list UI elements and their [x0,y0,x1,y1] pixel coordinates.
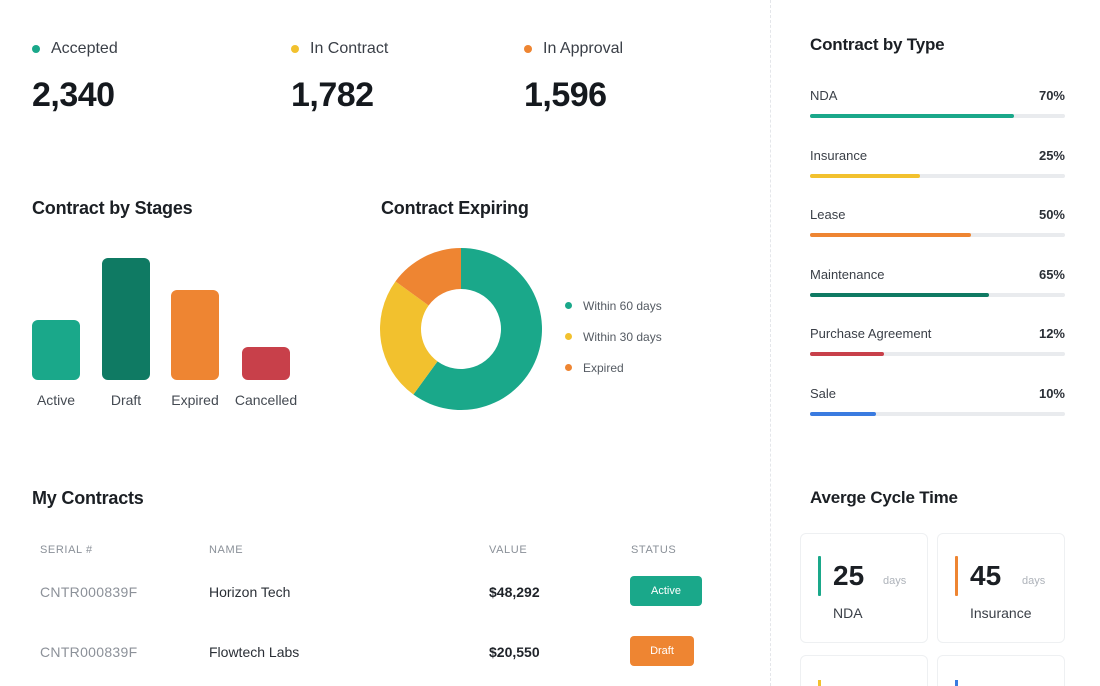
serial-cell: CNTR000839F [40,644,138,660]
in-approval-dot-icon [524,45,532,53]
accepted-dot-icon [32,45,40,53]
bar-label: Expired [171,392,219,408]
expiring-donut-chart [380,248,542,410]
side-panel: Contract by Type NDA 70% Insurance 25% Lease… [790,0,1090,686]
type-row[interactable]: Lease 50% [810,207,1065,257]
cycle-label: NDA [833,605,863,621]
type-percent: 50% [1038,207,1065,222]
type-progress-fill [810,114,1014,118]
legend-dot-icon [565,302,572,309]
type-row[interactable]: Sale 10% [810,386,1065,436]
type-label: Insurance [810,147,868,163]
contracts-title: My Contracts [32,488,144,508]
type-label: NDA [810,88,838,103]
column-header-serial[interactable]: SERIAL # [40,544,93,556]
card-accent [955,680,958,686]
stat-in-contract: In Contract 1,782 [291,40,388,115]
stat-label: In Contract [310,40,389,57]
type-row[interactable]: Purchase Agreement 12% [810,326,1065,376]
name-cell: Flowtech Labs [209,644,300,660]
status-badge: Draft [630,636,694,666]
type-label: Sale [810,385,837,401]
legend-dot-icon [565,333,572,340]
serial-cell: CNTR000839F [40,584,138,600]
column-header-value[interactable]: VALUE [489,544,527,556]
type-label: Purchase Agreement [810,326,932,341]
type-percent: 12% [1038,326,1065,341]
legend-label: Within 60 days [583,298,662,313]
cycle-title: Averge Cycle Time [810,488,958,507]
type-progress-track [810,411,1065,416]
stat-value: 2,340 [32,76,115,114]
stat-label: Accepted [51,40,118,57]
column-header-status[interactable]: STATUS [631,544,676,556]
bar-expired[interactable] [171,290,219,380]
legend-label: Expired [583,360,624,375]
card-accent [955,556,958,596]
legend-item[interactable]: Within 30 days [565,321,662,352]
type-label: Maintenance [810,266,885,282]
expiring-legend: Within 60 days Within 30 days Expired [565,290,662,383]
bar-active[interactable] [32,320,80,380]
value-cell: $48,292 [489,584,540,600]
type-progress-fill [810,352,884,356]
stat-accepted: Accepted 2,340 [32,40,118,115]
panel-divider [770,0,771,686]
value-cell: $20,550 [489,644,540,660]
type-percent: 10% [1038,385,1065,401]
type-progress-track [810,233,1065,237]
card-accent [818,680,821,686]
type-progress-fill [810,292,989,297]
legend-label: Within 30 days [583,329,662,344]
expiring-title: Contract Expiring [381,198,529,218]
dashboard-main: Accepted 2,340 In Contract 1,782 In Appr… [0,0,770,686]
cycle-card-nda[interactable]: 25 days NDA [800,533,928,643]
legend-item[interactable]: Within 60 days [565,290,662,321]
stages-bar-chart [32,250,312,380]
cycle-label: Insurance [970,605,1032,621]
status-badge: Active [630,576,702,606]
bar-label: Cancelled [234,392,298,408]
type-progress-fill [810,411,877,416]
type-progress-fill [810,173,920,178]
stages-title: Contract by Stages [32,198,193,218]
card-accent [818,556,821,596]
bar-cancelled[interactable] [242,347,290,380]
type-row[interactable]: Insurance 25% [810,148,1065,198]
stat-in-approval: In Approval 1,596 [524,40,623,115]
in-contract-dot-icon [291,45,299,53]
bar-label: Active [36,392,76,408]
type-progress-track [810,114,1065,118]
type-percent: 70% [1038,88,1065,103]
cycle-card-stub[interactable] [800,655,928,686]
cycle-card-stub[interactable] [937,655,1065,686]
cycle-value: 45 [970,560,1002,591]
by-type-title: Contract by Type [810,35,945,54]
name-cell: Horizon Tech [209,584,291,600]
type-progress-fill [810,233,971,237]
cycle-card-insurance[interactable]: 45 days Insurance [937,533,1065,643]
legend-dot-icon [565,364,572,371]
column-header-name[interactable]: NAME [209,544,243,556]
type-progress-track [810,292,1065,297]
type-row[interactable]: NDA 70% [810,88,1065,138]
stat-label: In Approval [543,40,624,57]
type-progress-track [810,173,1065,178]
stat-value: 1,596 [524,76,607,114]
legend-item[interactable]: Expired [565,352,662,383]
type-percent: 65% [1038,266,1065,282]
type-percent: 25% [1038,147,1065,163]
cycle-unit: days [883,575,907,587]
bar-label: Draft [110,392,142,408]
cycle-value: 25 [833,560,865,591]
type-row[interactable]: Maintenance 65% [810,267,1065,317]
type-label: Lease [810,207,846,222]
bar-draft[interactable] [102,258,150,380]
cycle-unit: days [1022,575,1046,587]
type-progress-track [810,352,1065,356]
stat-value: 1,782 [291,76,374,114]
